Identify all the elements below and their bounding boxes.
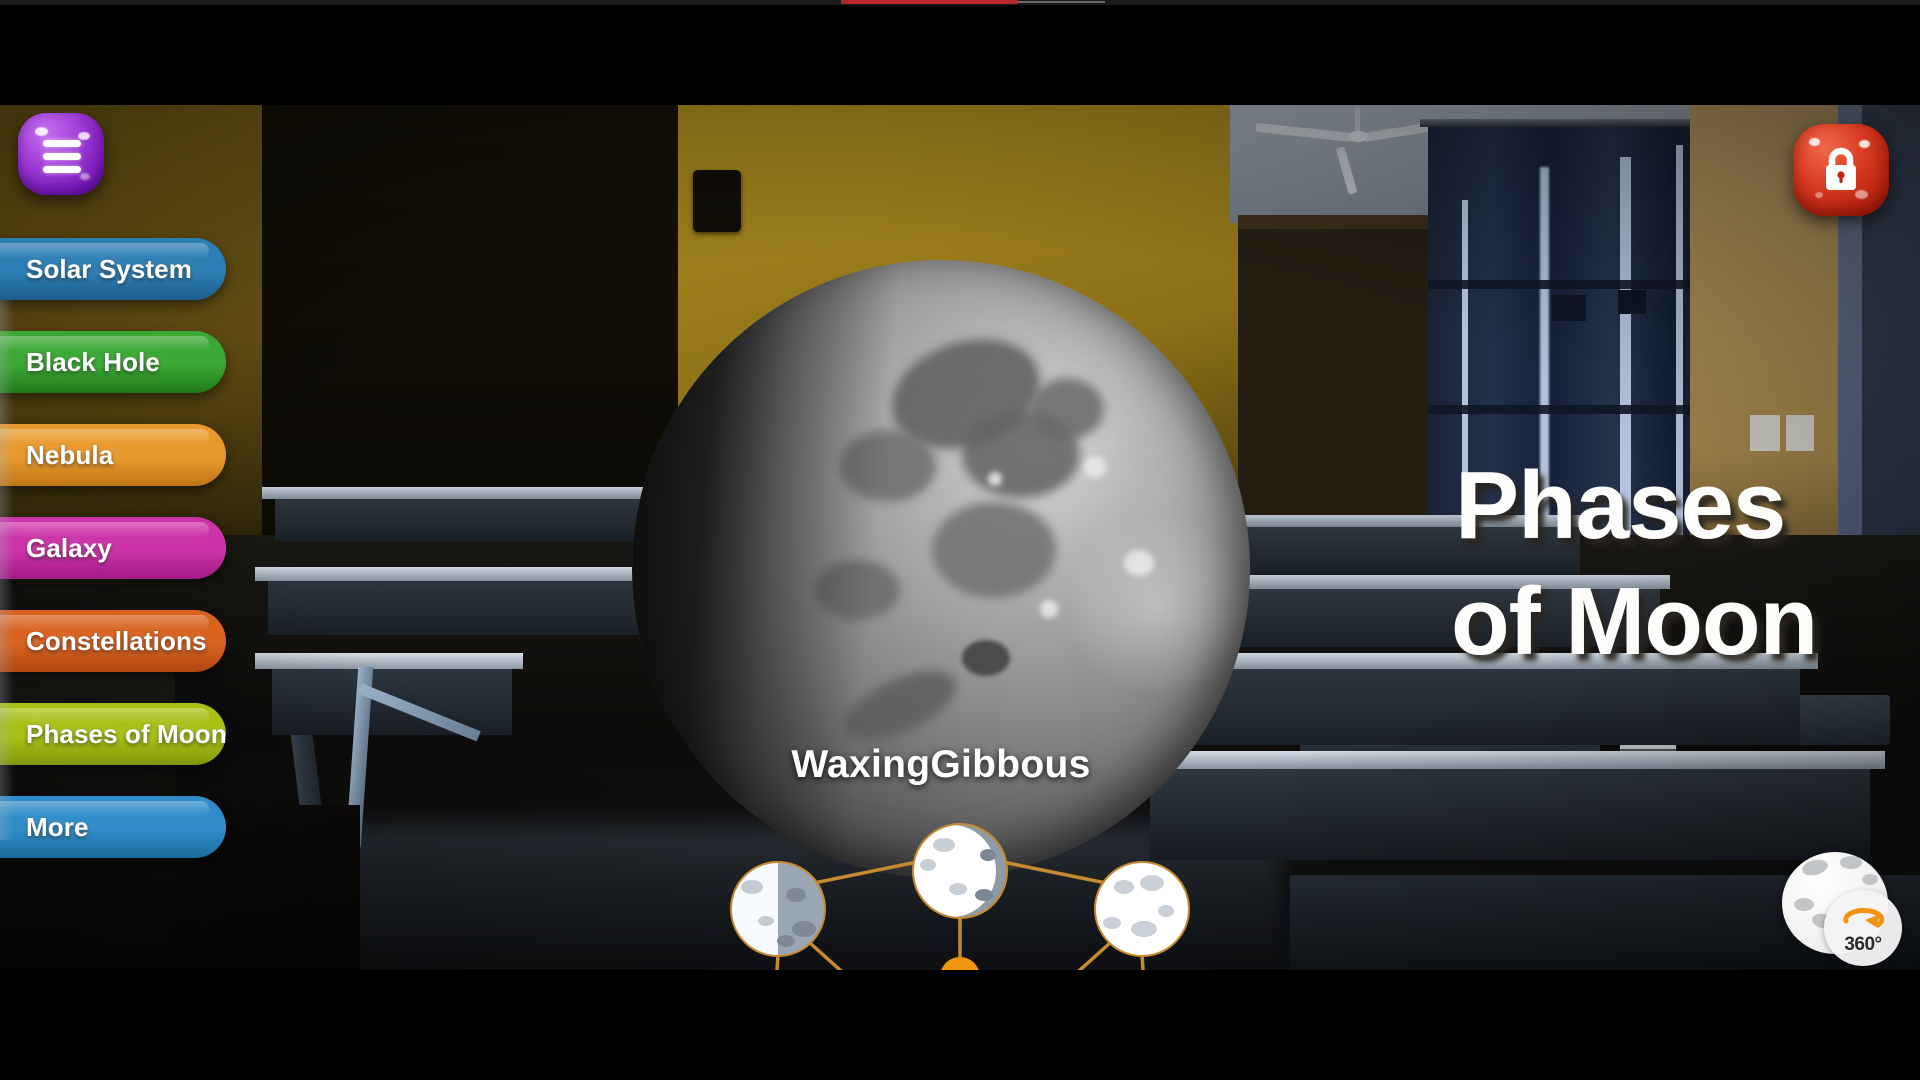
moon-thumb-crater <box>1862 874 1878 885</box>
recording-progress-track <box>1017 1 1105 3</box>
rotate-360-icon <box>1843 908 1885 928</box>
wheel-dot <box>941 957 979 970</box>
sidebar-item-nebula[interactable]: Nebula <box>0 424 226 486</box>
sidebar-item-solar-system[interactable]: Solar System <box>0 238 226 300</box>
moon-phase-wheel[interactable] <box>700 823 1220 970</box>
moon-phase-label: WaxingGibbous <box>791 743 1091 786</box>
sidebar-item-label: More <box>26 811 89 842</box>
sidebar-item-black-hole[interactable]: Black Hole <box>0 331 226 393</box>
moon-thumb-crater <box>1794 898 1814 911</box>
lock-button[interactable] <box>1793 124 1889 216</box>
page-title: Phases of Moon <box>1451 452 1818 675</box>
sidebar-item-label: Nebula <box>26 439 114 470</box>
button-gloss <box>80 173 90 180</box>
sidebar-item-phases-of-moon[interactable]: Phases of Moon <box>0 703 227 765</box>
sidebar-item-galaxy[interactable]: Galaxy <box>0 517 226 579</box>
sidebar-nav: Solar System Black Hole Nebula Galaxy Conste… <box>0 238 280 889</box>
hamburger-menu-button[interactable] <box>18 113 104 195</box>
button-gloss <box>1859 140 1870 148</box>
sidebar-item-label: Phases of Moon <box>26 718 227 749</box>
recording-progress-bar <box>0 0 1920 5</box>
rotate-360-label: 360° <box>1844 934 1882 955</box>
button-gloss <box>35 127 48 136</box>
lock-icon <box>1826 147 1856 190</box>
button-gloss <box>1855 190 1868 199</box>
phase-node-waxing-gibbous <box>912 823 1008 919</box>
rotate-360-badge[interactable]: 360° <box>1782 852 1902 970</box>
recording-progress-fill <box>841 0 1017 4</box>
hamburger-menu-icon <box>43 140 81 179</box>
button-gloss <box>1815 192 1823 198</box>
sidebar-item-label: Solar System <box>26 253 192 284</box>
phase-node-full-moon <box>1094 861 1190 957</box>
page-title-line1: Phases <box>1455 452 1785 559</box>
ar-camera-feed: WaxingGibbous Phases of Moon <box>0 105 1920 970</box>
button-gloss <box>1809 138 1820 146</box>
sidebar-item-label: Galaxy <box>26 532 112 563</box>
page-title-line2: of Moon <box>1451 568 1817 675</box>
sidebar-item-label: Constellations <box>26 625 207 656</box>
wheel-connector-dots <box>941 957 979 970</box>
sidebar-item-label: Black Hole <box>26 346 160 377</box>
phase-node-first-quarter <box>730 861 826 957</box>
button-gloss <box>78 132 90 140</box>
letterbox-bottom <box>0 970 1920 1080</box>
moon-thumb-crater <box>1840 856 1862 869</box>
sidebar-item-constellations[interactable]: Constellations <box>0 610 226 672</box>
app-screen: WaxingGibbous Phases of Moon Solar Syste… <box>0 0 1920 1080</box>
sidebar-item-more[interactable]: More <box>0 796 226 858</box>
letterbox-top <box>0 0 1920 105</box>
